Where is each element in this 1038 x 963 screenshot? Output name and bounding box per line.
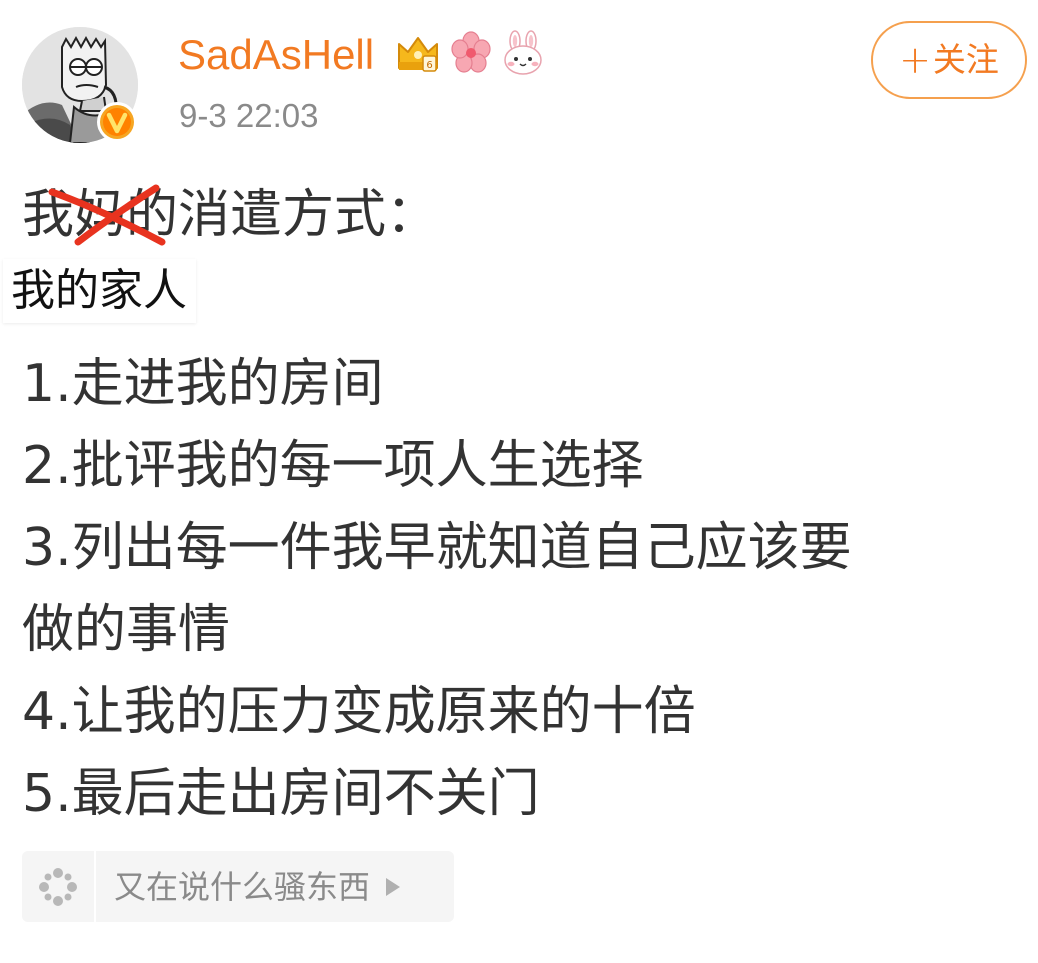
- dots-icon: [22, 851, 96, 922]
- svg-text:6: 6: [426, 60, 432, 71]
- overlay-label: 我的家人: [3, 259, 196, 323]
- post-body: 1.走进我的房间 2.批评我的每一项人生选择 3.列出每一件我早就知道自己应该要…: [22, 343, 1022, 835]
- verified-v-icon: [96, 101, 138, 143]
- play-arrow-icon: [384, 876, 402, 898]
- author-name[interactable]: SadAsHell: [178, 30, 374, 80]
- post-line: 1.走进我的房间: [22, 354, 384, 414]
- post-timestamp: 9-3 22:03: [179, 97, 319, 134]
- post-line: 4.让我的压力变成原来的十倍: [22, 682, 696, 742]
- follow-button[interactable]: + 关注: [871, 21, 1027, 99]
- crown-icon[interactable]: 6: [395, 30, 441, 76]
- follow-button-label: 关注: [932, 40, 999, 79]
- comment-placeholder: 又在说什么骚东西: [114, 867, 371, 906]
- plus-icon: +: [899, 38, 931, 82]
- post-line: 2.批评我的每一项人生选择: [22, 436, 644, 496]
- post-heading: 我妈的消遣方式：: [22, 185, 439, 245]
- post-line: 3.列出每一件我早就知道自己应该要: [22, 518, 852, 578]
- post-line: 5.最后走出房间不关门: [22, 764, 540, 824]
- comment-bar[interactable]: 又在说什么骚东西: [22, 851, 454, 922]
- post-heading-row: 我妈的消遣方式：: [22, 180, 438, 250]
- post-line: 做的事情: [22, 600, 231, 660]
- flower-icon: [448, 30, 494, 76]
- bunny-icon: [500, 30, 546, 76]
